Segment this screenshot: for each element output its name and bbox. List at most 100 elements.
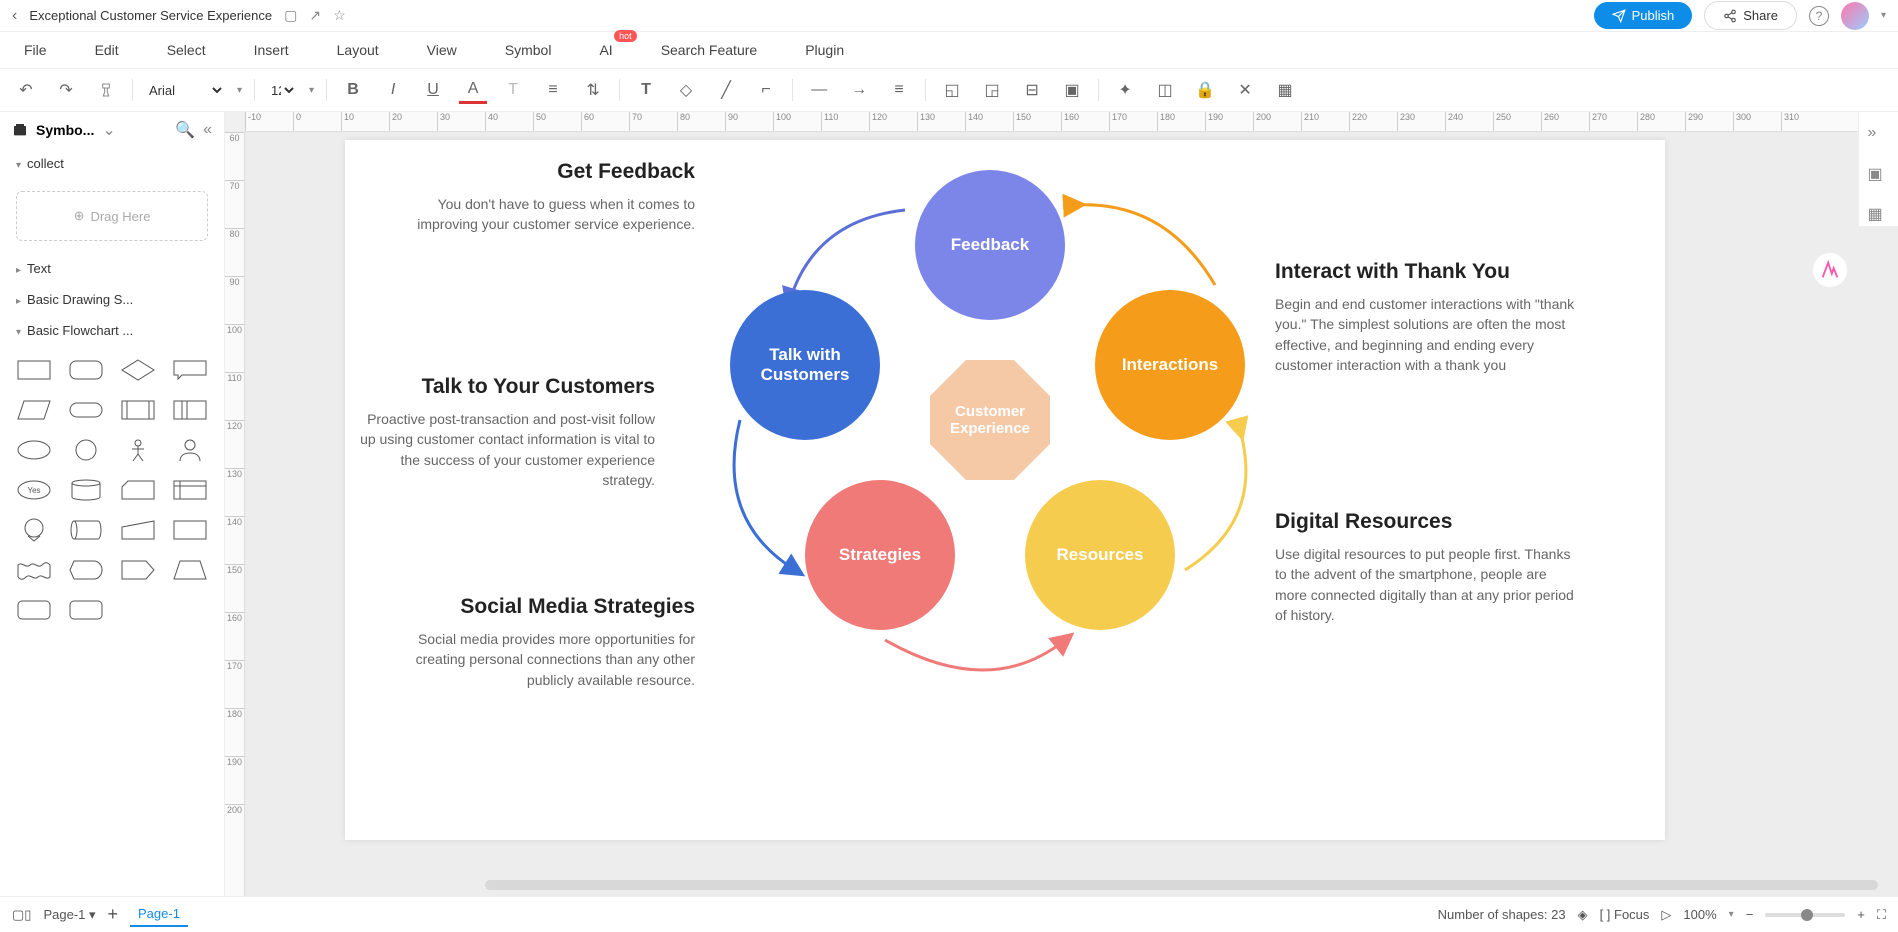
undo-icon[interactable]: ↶ [12, 76, 40, 104]
shape-pentagon[interactable] [116, 554, 160, 586]
tools-icon[interactable]: ✕ [1231, 76, 1259, 104]
fullscreen-icon[interactable]: ⛶ [1877, 907, 1886, 923]
font-color-icon[interactable]: A [459, 76, 487, 104]
focus-button[interactable]: [ ] Focus [1600, 907, 1650, 922]
avatar-menu-icon[interactable]: ▾ [1881, 10, 1886, 21]
menu-ai[interactable]: AIhot [599, 42, 612, 58]
save-icon[interactable]: ▢ [284, 7, 297, 24]
shape-offpage[interactable] [12, 514, 56, 546]
menu-search-feature[interactable]: Search Feature [661, 42, 758, 58]
menu-file[interactable]: File [24, 42, 47, 58]
label-talk[interactable]: Talk to Your Customers Proactive post-tr… [355, 375, 655, 490]
group-icon[interactable]: ▣ [1058, 76, 1086, 104]
page-tab[interactable]: Page-1 [130, 902, 188, 927]
add-page-icon[interactable]: + [108, 904, 119, 925]
shape-internal-storage[interactable] [168, 474, 212, 506]
align-icon[interactable]: ≡ [539, 76, 567, 104]
crop-icon[interactable]: ◫ [1151, 76, 1179, 104]
shape-cylinder[interactable] [64, 474, 108, 506]
label-feedback[interactable]: Get Feedback You don't have to guess whe… [405, 160, 695, 235]
shape-card[interactable] [116, 474, 160, 506]
shape-diamond[interactable] [116, 354, 160, 386]
shape-actor[interactable] [116, 434, 160, 466]
fill-icon[interactable]: ◇ [672, 76, 700, 104]
font-select[interactable]: Arial [145, 82, 225, 99]
zoom-in-icon[interactable]: + [1857, 907, 1865, 922]
layers-icon[interactable]: ◈ [1578, 907, 1588, 923]
drag-here-zone[interactable]: ⊕ Drag Here [16, 191, 208, 241]
collapse-sidebar-icon[interactable]: « [203, 121, 212, 139]
node-talk[interactable]: Talk with Customers [730, 290, 880, 440]
shape-user[interactable] [168, 434, 212, 466]
bring-front-icon[interactable]: ◲ [978, 76, 1006, 104]
ai-badge[interactable] [1812, 252, 1848, 288]
shape-parallelogram[interactable] [12, 394, 56, 426]
shape-manual-input[interactable] [116, 514, 160, 546]
properties-icon[interactable]: ▣ [1868, 164, 1890, 186]
format-painter-icon[interactable] [92, 76, 120, 104]
clear-format-icon[interactable]: T [499, 76, 527, 104]
sidebar-expand-icon[interactable]: ⌄ [102, 120, 115, 140]
share-button[interactable]: Share [1704, 1, 1797, 30]
canvas[interactable]: Feedback Talk with Customers Interaction… [245, 132, 1898, 896]
shape-circle[interactable] [64, 434, 108, 466]
align-objects-icon[interactable]: ⊟ [1018, 76, 1046, 104]
line-weight-icon[interactable]: ≡ [885, 76, 913, 104]
layout-panel-icon[interactable]: ▦ [1271, 76, 1299, 104]
menu-plugin[interactable]: Plugin [805, 42, 844, 58]
effects-icon[interactable]: ✦ [1111, 76, 1139, 104]
scrollbar-horizontal[interactable] [485, 880, 1878, 890]
avatar[interactable] [1841, 2, 1869, 30]
node-feedback[interactable]: Feedback [915, 170, 1065, 320]
shape-subroutine[interactable] [116, 394, 160, 426]
node-interactions[interactable]: Interactions [1095, 290, 1245, 440]
page[interactable]: Feedback Talk with Customers Interaction… [345, 140, 1665, 840]
underline-icon[interactable]: U [419, 76, 447, 104]
arrow-style-icon[interactable]: → [845, 76, 873, 104]
node-center[interactable]: Customer Experience [930, 360, 1050, 480]
presentation-icon[interactable]: ▷ [1661, 907, 1671, 923]
shape-rect[interactable] [12, 354, 56, 386]
shape-rounded2[interactable] [12, 594, 56, 626]
page-select[interactable]: Page-1 ▾ [43, 907, 95, 923]
shape-rounded-rect[interactable] [64, 354, 108, 386]
search-icon[interactable]: 🔍 [175, 120, 195, 140]
label-social[interactable]: Social Media Strategies Social media pro… [405, 595, 695, 690]
zoom-value[interactable]: 100% [1683, 907, 1716, 922]
expand-panel-icon[interactable]: » [1868, 124, 1890, 146]
section-basic-drawing[interactable]: Basic Drawing S... [0, 284, 224, 315]
back-button[interactable]: ‹ [12, 7, 17, 25]
section-basic-flowchart[interactable]: Basic Flowchart ... [0, 315, 224, 346]
shape-display[interactable] [64, 554, 108, 586]
shape-stadium[interactable] [64, 394, 108, 426]
shape-trapezoid[interactable] [168, 554, 212, 586]
font-size-select[interactable]: 12 [267, 82, 297, 99]
menu-view[interactable]: View [427, 42, 457, 58]
node-strategies[interactable]: Strategies [805, 480, 955, 630]
star-icon[interactable]: ☆ [333, 7, 346, 24]
shape-wave[interactable] [12, 554, 56, 586]
label-digital[interactable]: Digital Resources Use digital resources … [1275, 510, 1575, 625]
panel-toggle-icon[interactable]: ▢▯ [12, 907, 31, 923]
export-icon[interactable]: ↗ [309, 7, 321, 24]
redo-icon[interactable]: ↷ [52, 76, 80, 104]
shape-rect2[interactable] [168, 514, 212, 546]
shape-label-yes[interactable]: Yes [12, 474, 56, 506]
shape-cylinder-h[interactable] [64, 514, 108, 546]
shape-callout[interactable] [168, 354, 212, 386]
menu-edit[interactable]: Edit [95, 42, 119, 58]
zoom-out-icon[interactable]: − [1746, 907, 1754, 922]
shape-ellipse[interactable] [12, 434, 56, 466]
menu-symbol[interactable]: Symbol [505, 42, 552, 58]
node-resources[interactable]: Resources [1025, 480, 1175, 630]
text-tool-icon[interactable]: T [632, 76, 660, 104]
shape-subroutine2[interactable] [168, 394, 212, 426]
send-back-icon[interactable]: ◱ [938, 76, 966, 104]
publish-button[interactable]: Publish [1594, 2, 1693, 29]
help-icon[interactable]: ? [1809, 6, 1829, 26]
menu-insert[interactable]: Insert [254, 42, 289, 58]
line-spacing-icon[interactable]: ⇅ [579, 76, 607, 104]
line-color-icon[interactable]: ╱ [712, 76, 740, 104]
shape-rounded3[interactable] [64, 594, 108, 626]
menu-layout[interactable]: Layout [337, 42, 379, 58]
